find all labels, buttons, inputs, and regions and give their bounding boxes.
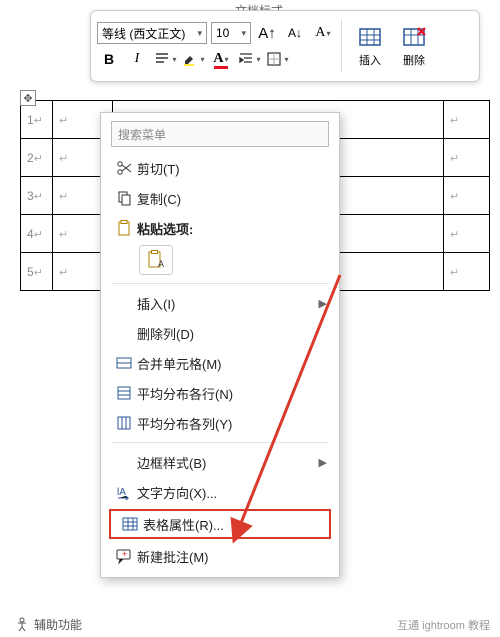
- menu-item-paste-options: 粘贴选项:: [105, 213, 335, 243]
- font-color-button[interactable]: A: [209, 48, 233, 70]
- menu-label: 剪切(T): [137, 159, 327, 178]
- menu-label: 粘贴选项:: [137, 219, 327, 238]
- menu-item-border-style[interactable]: 边框样式(B) ▶: [105, 447, 335, 477]
- mini-toolbar: 等线 (西文正文) ▾ 10 ▾ A↑ A↓ A B I A: [90, 10, 480, 82]
- shrink-font-button[interactable]: A↓: [283, 22, 307, 44]
- insert-label: 插入: [359, 52, 381, 68]
- text-direction-icon: lA: [111, 483, 137, 501]
- menu-item-distribute-cols[interactable]: 平均分布各列(Y): [105, 408, 335, 438]
- chevron-down-icon: ▾: [197, 28, 202, 39]
- font-family-select[interactable]: 等线 (西文正文) ▾: [97, 22, 207, 44]
- table-cell[interactable]: ↵: [444, 139, 490, 177]
- menu-label: 删除列(D): [137, 324, 327, 343]
- paste-options-row: A: [105, 243, 335, 279]
- grow-font-button[interactable]: A↑: [255, 22, 279, 44]
- clear-formatting-button[interactable]: A: [311, 22, 335, 44]
- paste-text-icon: A: [145, 249, 167, 271]
- menu-item-merge-cells[interactable]: 合并单元格(M): [105, 348, 335, 378]
- insert-table-icon: [357, 24, 383, 50]
- delete-label: 删除: [403, 52, 425, 68]
- table-cell[interactable]: ↵: [444, 253, 490, 291]
- context-menu: 搜索菜单 剪切(T) 复制(C) 粘贴选项: A 插入(I) ▶ 删除列(D): [100, 112, 340, 578]
- accessibility-label: 辅助功能: [34, 616, 82, 633]
- comment-icon: +: [111, 547, 137, 565]
- status-bar: 辅助功能: [14, 616, 82, 633]
- delete-group[interactable]: 删除: [392, 15, 436, 77]
- table-cell[interactable]: ↵: [444, 101, 490, 139]
- menu-label: 平均分布各列(Y): [137, 414, 327, 433]
- accessibility-icon: [14, 617, 30, 633]
- indent-icon: [237, 50, 255, 68]
- indent-button[interactable]: [237, 48, 261, 70]
- bold-button[interactable]: B: [97, 48, 121, 70]
- menu-label: 新建批注(M): [137, 547, 327, 566]
- row-number-cell[interactable]: 2↵: [21, 139, 53, 177]
- highlighter-icon: [181, 50, 199, 68]
- clipboard-icon: [111, 219, 137, 237]
- menu-label: 表格属性(R)...: [143, 515, 321, 534]
- menu-separator: [111, 283, 329, 284]
- borders-button[interactable]: [265, 48, 289, 70]
- menu-item-text-direction[interactable]: lA 文字方向(X)...: [105, 477, 335, 507]
- copy-icon: [111, 189, 137, 207]
- chevron-down-icon: ▾: [241, 28, 246, 39]
- submenu-arrow-icon: ▶: [313, 456, 327, 469]
- menu-separator: [111, 442, 329, 443]
- menu-label: 复制(C): [137, 189, 327, 208]
- menu-item-delete-column[interactable]: 删除列(D): [105, 318, 335, 348]
- menu-label: 平均分布各行(N): [137, 384, 327, 403]
- menu-label: 边框样式(B): [137, 453, 313, 472]
- table-cell[interactable]: ↵: [444, 215, 490, 253]
- italic-button[interactable]: I: [125, 48, 149, 70]
- align-button[interactable]: [153, 48, 177, 70]
- align-icon: [153, 50, 171, 68]
- row-number-cell[interactable]: 1↵: [21, 101, 53, 139]
- menu-item-cut[interactable]: 剪切(T): [105, 153, 335, 183]
- separator: [341, 19, 342, 73]
- highlight-button[interactable]: [181, 48, 205, 70]
- menu-item-copy[interactable]: 复制(C): [105, 183, 335, 213]
- menu-label: 合并单元格(M): [137, 354, 327, 373]
- borders-icon: [265, 50, 283, 68]
- menu-label: 插入(I): [137, 294, 313, 313]
- menu-label: 文字方向(X)...: [137, 483, 327, 502]
- svg-text:+: +: [122, 549, 127, 559]
- row-number-cell[interactable]: 4↵: [21, 215, 53, 253]
- distribute-cols-icon: [111, 414, 137, 432]
- row-number-cell[interactable]: 3↵: [21, 177, 53, 215]
- table-move-handle[interactable]: ✥: [20, 90, 36, 106]
- row-number-cell[interactable]: 5↵: [21, 253, 53, 291]
- font-size-select[interactable]: 10 ▾: [211, 22, 251, 44]
- scissors-icon: [111, 159, 137, 177]
- menu-item-table-properties[interactable]: 表格属性(R)...: [109, 509, 331, 539]
- svg-text:A: A: [158, 259, 164, 269]
- menu-item-new-comment[interactable]: + 新建批注(M): [105, 541, 335, 571]
- search-placeholder: 搜索菜单: [118, 126, 166, 143]
- menu-item-insert[interactable]: 插入(I) ▶: [105, 288, 335, 318]
- table-cell[interactable]: ↵: [444, 177, 490, 215]
- paste-keep-text-button[interactable]: A: [139, 245, 173, 275]
- delete-table-icon: [401, 24, 427, 50]
- merge-cells-icon: [111, 354, 137, 372]
- insert-group[interactable]: 插入: [348, 15, 392, 77]
- font-size-value: 10: [216, 26, 229, 40]
- font-family-value: 等线 (西文正文): [102, 25, 185, 42]
- submenu-arrow-icon: ▶: [313, 297, 327, 310]
- watermark-text: 互通 ightroom 教程: [397, 617, 490, 633]
- distribute-rows-icon: [111, 384, 137, 402]
- menu-search-input[interactable]: 搜索菜单: [111, 121, 329, 147]
- menu-item-distribute-rows[interactable]: 平均分布各行(N): [105, 378, 335, 408]
- table-properties-icon: [117, 515, 143, 533]
